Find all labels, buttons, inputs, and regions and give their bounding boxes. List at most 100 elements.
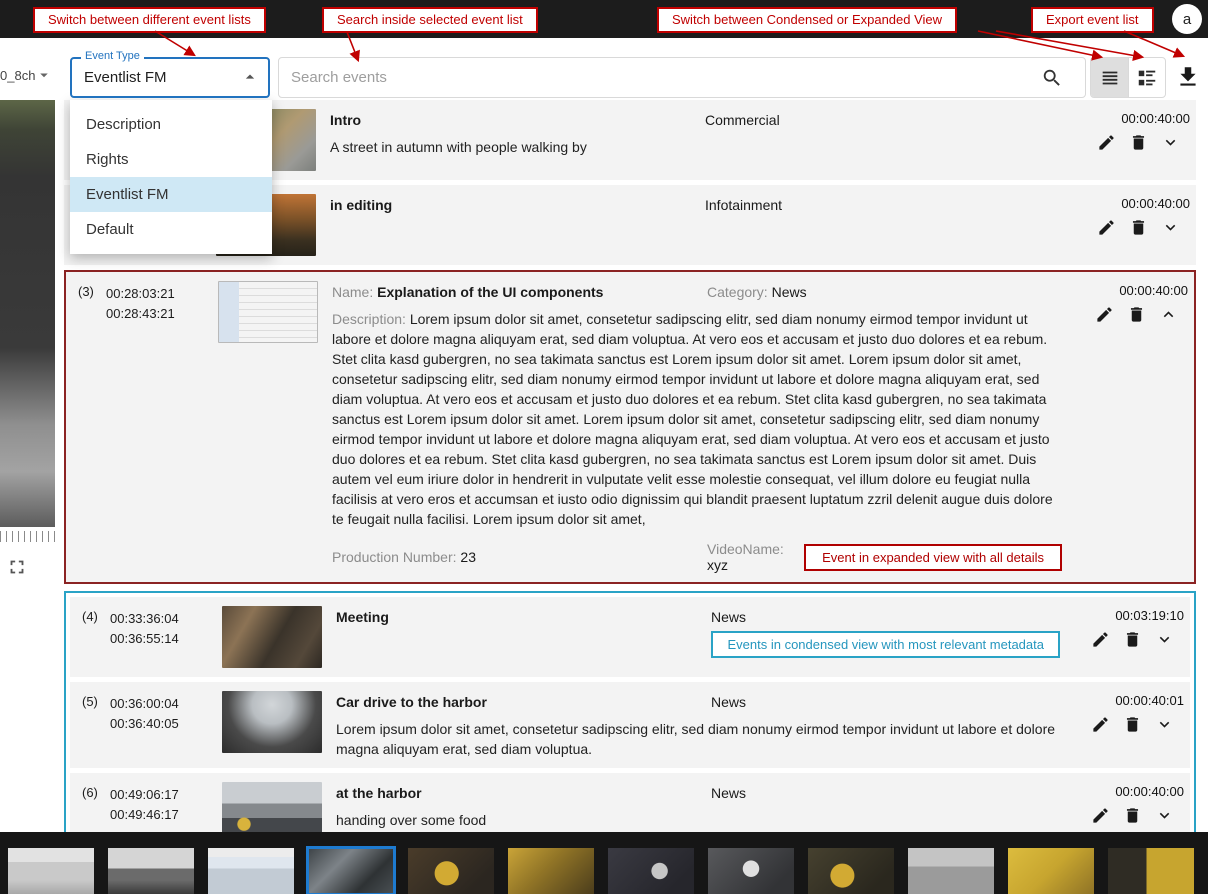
filmstrip-thumbnail[interactable] [108, 848, 194, 894]
fullscreen-button[interactable] [6, 556, 30, 580]
event-tc-out: 00:36:55:14 [110, 629, 222, 649]
event-tc-out: 00:28:43:21 [106, 304, 218, 324]
edit-icon[interactable] [1091, 806, 1110, 825]
event-tc-in: 00:33:36:04 [110, 609, 222, 629]
event-index: (5) [82, 691, 110, 709]
event-index: (4) [82, 606, 110, 624]
event-production-number: 23 [460, 549, 476, 565]
filmstrip-thumbnail[interactable] [1008, 848, 1094, 894]
export-button[interactable] [1171, 60, 1205, 94]
dropdown-option-default[interactable]: Default [70, 212, 272, 247]
clip-selector[interactable]: 0_8ch [0, 66, 54, 84]
event-index: (6) [82, 782, 110, 800]
edit-icon[interactable] [1091, 630, 1110, 649]
event-tc-out: 00:49:46:17 [110, 805, 222, 825]
event-type-value: Eventlist FM [72, 59, 268, 96]
event-category: News [772, 284, 807, 300]
condensed-events-group: (4) 00:33:36:04 00:36:55:14 Meeting News… [64, 591, 1196, 859]
event-duration: 00:00:40:00 [1074, 194, 1190, 211]
download-icon [1175, 64, 1201, 90]
user-avatar[interactable]: a [1172, 4, 1202, 34]
filmstrip-thumbnail[interactable] [608, 848, 694, 894]
event-title: Intro [330, 109, 705, 128]
event-row: (4) 00:33:36:04 00:36:55:14 Meeting News… [70, 597, 1190, 677]
expand-chevron-icon[interactable] [1161, 218, 1180, 237]
callout-switch-event-lists: Switch between different event lists [33, 7, 266, 33]
search-icon[interactable] [1041, 67, 1063, 89]
production-number-label: Production Number: [332, 549, 457, 565]
event-index: (3) [78, 281, 106, 299]
event-duration: 00:00:40:00 [1068, 782, 1184, 799]
event-category: News [711, 691, 1060, 710]
event-description: Lorem ipsum dolor sit amet, consetetur s… [336, 719, 1060, 759]
event-video-name: xyz [707, 557, 728, 573]
event-type-select[interactable]: Event Type Eventlist FM [70, 57, 270, 98]
event-description: Lorem ipsum dolor sit amet, consetetur s… [332, 311, 1053, 527]
condensed-view-button[interactable] [1091, 58, 1128, 97]
delete-icon[interactable] [1129, 218, 1148, 237]
delete-icon[interactable] [1127, 305, 1146, 324]
edit-icon[interactable] [1095, 305, 1114, 324]
view-toggle-group [1090, 57, 1166, 98]
event-type-label: Event Type [81, 50, 144, 62]
search-box [278, 57, 1086, 98]
expand-chevron-icon[interactable] [1155, 806, 1174, 825]
event-duration: 00:00:40:00 [1074, 109, 1190, 126]
filmstrip-thumbnail[interactable] [708, 848, 794, 894]
callout-export: Export event list [1031, 7, 1154, 33]
event-tc-in: 00:28:03:21 [106, 284, 218, 304]
event-row-expanded: (3) 00:28:03:21 00:28:43:21 Name: Explan… [64, 270, 1196, 584]
expand-chevron-icon[interactable] [1155, 715, 1174, 734]
filmstrip-thumbnail[interactable] [508, 848, 594, 894]
event-description: A street in autumn with people walking b… [330, 137, 1066, 157]
collapse-chevron-icon[interactable] [1159, 305, 1178, 324]
callout-search-event-list: Search inside selected event list [322, 7, 538, 33]
search-input[interactable] [279, 58, 1085, 97]
event-tc-in: 00:36:00:04 [110, 694, 222, 714]
filmstrip-thumbnail[interactable] [908, 848, 994, 894]
filmstrip-thumbnail[interactable] [8, 848, 94, 894]
delete-icon[interactable] [1123, 630, 1142, 649]
expand-chevron-icon[interactable] [1155, 630, 1174, 649]
dropdown-option-eventlist-fm[interactable]: Eventlist FM [70, 177, 272, 212]
filmstrip-thumbnail[interactable] [208, 848, 294, 894]
filmstrip-thumbnail-selected[interactable] [308, 848, 394, 894]
event-title: in editing [330, 194, 705, 213]
condensed-view-icon [1099, 67, 1121, 89]
callout-view-toggle: Switch between Condensed or Expanded Vie… [657, 7, 957, 33]
description-label: Description: [332, 311, 406, 327]
event-category: Commercial [705, 109, 1066, 128]
dropdown-option-rights[interactable]: Rights [70, 142, 272, 177]
event-tc-in: 00:49:06:17 [110, 785, 222, 805]
edit-icon[interactable] [1091, 715, 1110, 734]
event-thumbnail [222, 606, 322, 668]
edit-icon[interactable] [1097, 218, 1116, 237]
filmstrip-thumbnail[interactable] [808, 848, 894, 894]
caret-up-icon [240, 67, 260, 87]
filmstrip-thumbnail[interactable] [408, 848, 494, 894]
callout-expanded-view: Event in expanded view with all details [804, 544, 1062, 571]
dropdown-option-description[interactable]: Description [70, 107, 272, 142]
event-duration: 00:03:19:10 [1068, 606, 1184, 623]
event-title: Explanation of the UI components [377, 284, 603, 300]
filmstrip-thumbnail[interactable] [1108, 848, 1194, 894]
event-title: Meeting [336, 606, 711, 625]
delete-icon[interactable] [1123, 715, 1142, 734]
expanded-view-button[interactable] [1128, 58, 1165, 97]
video-name-label: VideoName: [707, 541, 784, 557]
event-title: Car drive to the harbor [336, 691, 711, 710]
event-title: at the harbor [336, 782, 711, 801]
filmstrip [0, 832, 1208, 894]
event-description: handing over some food [336, 810, 1060, 830]
event-type-dropdown-menu: Description Rights Eventlist FM Default [70, 100, 272, 254]
chevron-down-icon [35, 66, 53, 84]
delete-icon[interactable] [1123, 806, 1142, 825]
expanded-view-icon [1136, 67, 1158, 89]
event-tc-out: 00:36:40:05 [110, 714, 222, 734]
video-preview-partial [0, 100, 55, 527]
edit-icon[interactable] [1097, 133, 1116, 152]
expand-chevron-icon[interactable] [1161, 133, 1180, 152]
event-category: News [711, 782, 1060, 801]
event-duration: 00:00:40:01 [1068, 691, 1184, 708]
delete-icon[interactable] [1129, 133, 1148, 152]
